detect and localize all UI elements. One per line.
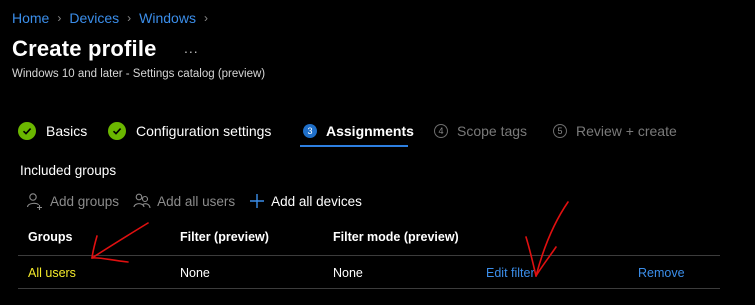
- header-divider: [18, 255, 720, 256]
- chevron-right-icon: ›: [57, 11, 62, 25]
- filter-cell: None: [180, 266, 210, 280]
- breadcrumb: Home › Devices › Windows ›: [12, 10, 216, 26]
- add-all-devices-label: Add all devices: [271, 193, 362, 209]
- group-actions-toolbar: Add groups Add all users Add all devices: [26, 192, 376, 210]
- row-divider: [18, 288, 720, 289]
- checkmark-icon: [108, 122, 126, 140]
- step-basics[interactable]: Basics: [18, 119, 87, 143]
- page-title: Create profile: [12, 36, 157, 61]
- chevron-right-icon: ›: [203, 11, 208, 25]
- add-all-users-label: Add all users: [157, 193, 236, 209]
- person-add-icon: [26, 192, 44, 210]
- breadcrumb-home[interactable]: Home: [12, 10, 49, 26]
- add-all-users-button[interactable]: Add all users: [133, 192, 235, 210]
- column-header-groups[interactable]: Groups: [28, 230, 72, 244]
- step-label: Assignments: [326, 123, 414, 139]
- column-header-filter-mode[interactable]: Filter mode (preview): [333, 230, 459, 244]
- step-assignments[interactable]: 3 Assignments: [303, 119, 414, 143]
- create-profile-page: Home › Devices › Windows › Create profil…: [0, 0, 755, 305]
- filter-mode-cell: None: [333, 266, 363, 280]
- step-scope-tags[interactable]: 4 Scope tags: [434, 119, 527, 143]
- arrow-annotation-icon: [91, 222, 149, 263]
- breadcrumb-devices[interactable]: Devices: [69, 10, 119, 26]
- step-label: Review + create: [576, 123, 677, 139]
- checkmark-icon: [18, 122, 36, 140]
- remove-link[interactable]: Remove: [638, 266, 685, 280]
- step-configuration-settings[interactable]: Configuration settings: [108, 119, 271, 143]
- column-header-filter[interactable]: Filter (preview): [180, 230, 269, 244]
- group-name-cell[interactable]: All users: [28, 266, 76, 280]
- plus-icon: [249, 193, 265, 209]
- step-label: Configuration settings: [136, 123, 272, 139]
- add-all-devices-button[interactable]: Add all devices: [249, 193, 362, 209]
- step-number-badge: 4: [434, 124, 448, 138]
- chevron-right-icon: ›: [127, 11, 132, 25]
- breadcrumb-windows[interactable]: Windows: [139, 10, 196, 26]
- step-number-badge: 3: [303, 124, 317, 138]
- arrow-annotation-icon: [525, 201, 569, 277]
- step-label: Basics: [46, 123, 88, 139]
- add-groups-button[interactable]: Add groups: [26, 192, 119, 210]
- active-step-indicator: [300, 145, 408, 147]
- step-number-badge: 5: [553, 124, 567, 138]
- more-options-button[interactable]: ...: [184, 40, 199, 56]
- people-icon: [133, 192, 151, 210]
- add-groups-label: Add groups: [50, 193, 120, 209]
- included-groups-heading: Included groups: [20, 163, 117, 178]
- edit-filter-link[interactable]: Edit filter: [486, 266, 535, 280]
- page-subtitle: Windows 10 and later - Settings catalog …: [12, 68, 266, 80]
- step-label: Scope tags: [457, 123, 528, 139]
- step-review-create[interactable]: 5 Review + create: [553, 119, 677, 143]
